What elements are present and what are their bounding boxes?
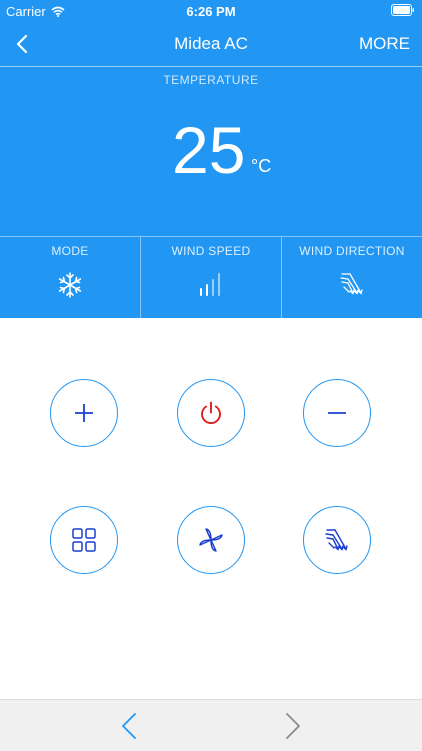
minus-icon	[328, 412, 346, 414]
nav-divider	[0, 66, 422, 67]
grid-icon	[72, 528, 96, 552]
decrease-button[interactable]	[303, 379, 371, 447]
swing-icon	[340, 273, 363, 295]
next-icon[interactable]	[281, 712, 305, 740]
temperature-value: 25	[172, 113, 246, 187]
wind-speed-label: WIND SPEED	[171, 244, 251, 258]
mode-button[interactable]	[50, 506, 118, 574]
wind-direction-cell[interactable]: WIND DIRECTION	[281, 237, 422, 319]
clock: 6:26 PM	[186, 4, 236, 19]
swing-icon	[325, 529, 348, 551]
navigation-bar: Midea AC MORE	[0, 22, 422, 66]
more-button[interactable]: MORE	[359, 34, 410, 54]
bottom-bar	[0, 699, 422, 751]
power-button[interactable]	[177, 379, 245, 447]
power-icon	[201, 401, 221, 424]
temperature-unit: °C	[251, 156, 272, 176]
wind-speed-cell[interactable]: WIND SPEED	[140, 237, 281, 319]
temperature-label: TEMPERATURE	[163, 73, 259, 87]
snowflake-icon	[58, 272, 82, 298]
signal-bars-icon	[200, 273, 220, 296]
previous-icon[interactable]	[117, 712, 141, 740]
increase-button[interactable]	[50, 379, 118, 447]
status-cells: MODE WIND SPEED WIND DIRECTION	[0, 236, 422, 319]
mode-cell[interactable]: MODE	[0, 237, 140, 319]
status-bar: Carrier 6:26 PM	[0, 0, 422, 22]
battery-icon	[391, 4, 414, 16]
direction-button[interactable]	[303, 506, 371, 574]
mode-label: MODE	[51, 244, 89, 258]
fan-icon	[199, 528, 223, 552]
wind-direction-label: WIND DIRECTION	[299, 244, 405, 258]
plus-icon	[75, 404, 93, 422]
fan-speed-button[interactable]	[177, 506, 245, 574]
